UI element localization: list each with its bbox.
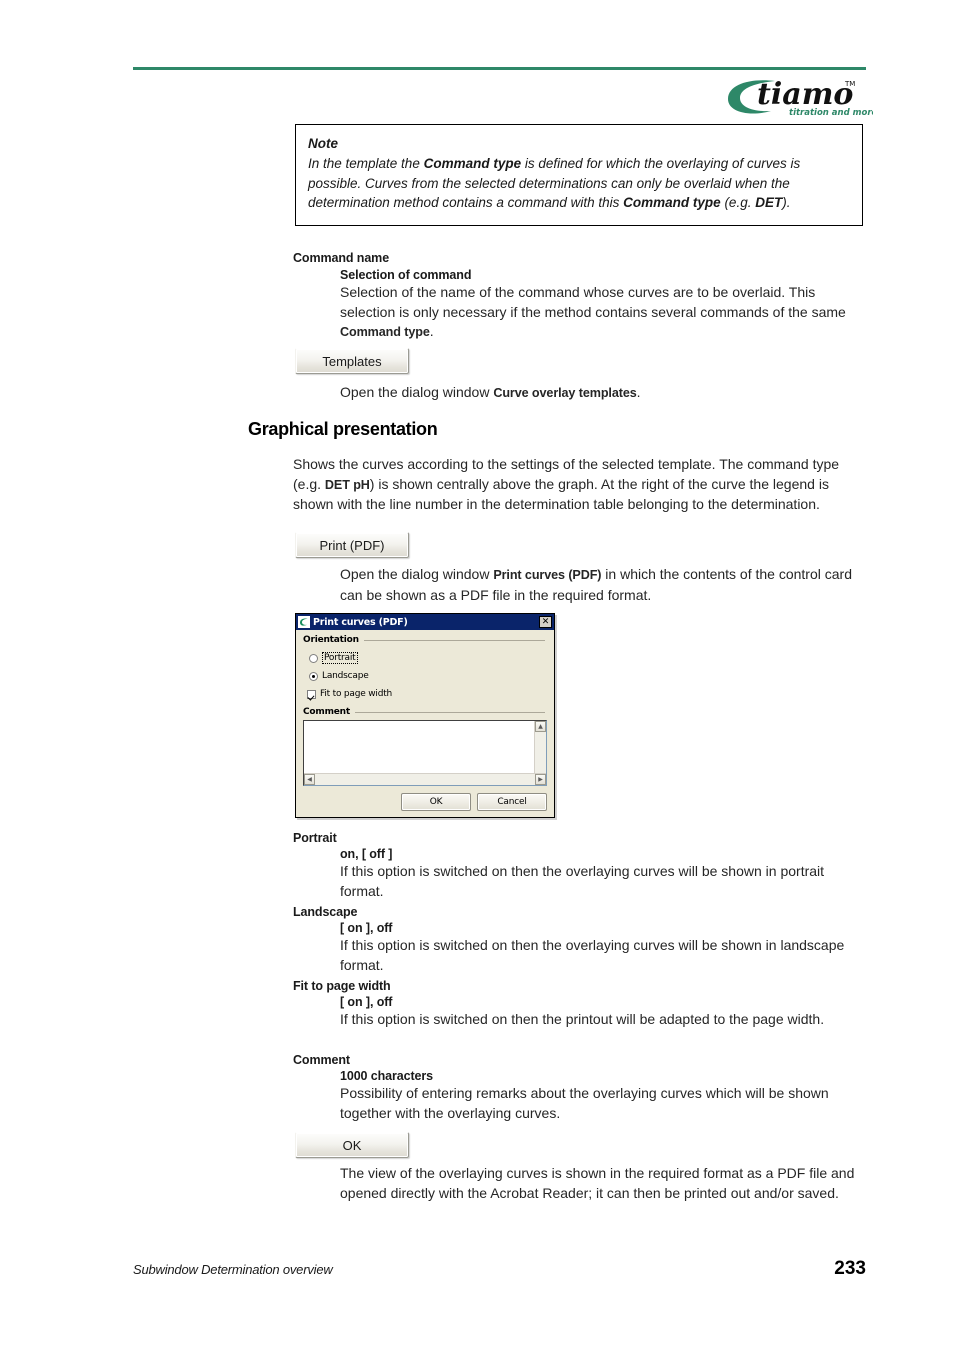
portrait-radio-icon[interactable] — [309, 653, 318, 663]
dialog-button-row: OK Cancel — [401, 793, 547, 811]
close-icon[interactable]: ✕ — [539, 616, 552, 628]
note-box: Note In the template the Command type is… — [295, 124, 863, 226]
tiamo-app-icon — [298, 616, 310, 628]
subterm-selection-of-command: Selection of command — [340, 268, 472, 282]
fit-to-page-width-label: Fit to page width — [320, 689, 393, 699]
footer-page-number: 233 — [834, 1258, 866, 1279]
orientation-group-text: Orientation — [303, 635, 359, 645]
fit-to-page-width-row[interactable]: Fit to page width — [307, 689, 547, 699]
print-curves-pdf-dialog: Print curves (PDF) ✕ Orientation Portrai… — [295, 613, 555, 818]
portrait-radio-row[interactable]: Portrait — [309, 652, 547, 664]
group-rule-2 — [354, 711, 545, 713]
note-text-c: (e.g. — [720, 195, 756, 210]
group-rule — [363, 639, 545, 641]
scroll-left-icon[interactable]: ◀ — [304, 774, 315, 785]
description-templates-button: Open the dialog window Curve overlay tem… — [340, 383, 864, 404]
desc-tpl-c: . — [636, 384, 641, 400]
orientation-group-label: Orientation — [303, 635, 547, 645]
dialog-ok-button[interactable]: OK — [401, 793, 471, 811]
svg-text:tiamo: tiamo — [757, 77, 853, 112]
term-fit-to-page-width: Fit to page width — [293, 979, 391, 993]
desc-tpl-a: Open the dialog window — [340, 384, 494, 400]
values-landscape: [ on ], off — [340, 921, 393, 935]
templates-button[interactable]: Templates — [295, 348, 409, 374]
description-landscape: If this option is switched on then the o… — [340, 937, 845, 973]
svg-text:titration and more: titration and more — [789, 108, 873, 118]
print-pdf-button[interactable]: Print (PDF) — [295, 532, 409, 558]
term-landscape: Landscape — [293, 905, 358, 919]
note-term-command-type-2: Command type — [623, 195, 721, 210]
description-command-name: Selection of the name of the command who… — [340, 283, 864, 343]
note-title: Note — [308, 136, 338, 151]
desc-pp-a: Open the dialog window — [340, 566, 494, 582]
dialog-body: Orientation Portrait Landscape Fit to pa… — [296, 630, 554, 817]
fit-to-page-width-checkbox-icon[interactable] — [307, 689, 316, 699]
section-heading-graphical-presentation: Graphical presentation — [248, 419, 438, 439]
landscape-label: Landscape — [322, 671, 369, 681]
desc-cn-term: Command type — [340, 325, 430, 339]
comment-group-label: Comment — [303, 707, 547, 717]
term-portrait: Portrait — [293, 831, 337, 845]
comment-group-text: Comment — [303, 707, 350, 717]
header-rule — [133, 67, 866, 70]
description-ok-button: The view of the overlaying curves is sho… — [340, 1165, 855, 1201]
desc-cn-c: . — [429, 323, 434, 339]
values-portrait: on, [ off ] — [340, 847, 393, 861]
description-graphical-presentation: Shows the curves according to the settin… — [293, 455, 864, 515]
description-print-pdf-button: Open the dialog window Print curves (PDF… — [340, 565, 864, 605]
dialog-title: Print curves (PDF) — [313, 616, 408, 628]
ok-button[interactable]: OK — [295, 1132, 409, 1158]
term-comment: Comment — [293, 1053, 350, 1067]
comment-horizontal-scrollbar[interactable]: ◀ ▶ — [304, 773, 546, 785]
desc-tpl-term: Curve overlay templates — [493, 386, 637, 400]
note-body: In the template the Command type is defi… — [308, 154, 850, 213]
svg-text:TM: TM — [844, 80, 855, 88]
desc-gp-term: DET pH — [324, 477, 370, 492]
note-text-d: ). — [782, 195, 791, 210]
values-comment: 1000 characters — [340, 1069, 434, 1083]
landscape-radio-row[interactable]: Landscape — [309, 671, 547, 681]
scroll-right-icon[interactable]: ▶ — [535, 774, 546, 785]
document-page: tiamo TM titration and more Note In the … — [0, 0, 954, 1351]
values-fit-to-page-width: [ on ], off — [340, 995, 393, 1009]
desc-cn-a: Selection of the name of the command who… — [340, 284, 846, 320]
desc-pp-term: Print curves (PDF) — [493, 568, 602, 582]
footer-section-title: Subwindow Determination overview — [133, 1262, 333, 1277]
tiamo-logo: tiamo TM titration and more — [723, 72, 873, 122]
comment-textarea[interactable]: ▲ ▼ ◀ ▶ — [303, 720, 547, 786]
description-comment: Possibility of entering remarks about th… — [340, 1085, 829, 1121]
description-fit-to-page-width: If this option is switched on then the p… — [340, 1011, 825, 1027]
scroll-up-icon[interactable]: ▲ — [535, 721, 546, 732]
term-command-name: Command name — [293, 251, 390, 265]
landscape-radio-icon[interactable] — [309, 671, 318, 681]
desc-gp-c: ) is shown centrally above the graph. At… — [293, 475, 829, 513]
note-term-command-type-1: Command type — [423, 156, 522, 171]
note-text-a: In the template the — [308, 156, 424, 171]
dialog-titlebar: Print curves (PDF) ✕ — [296, 614, 554, 630]
dialog-cancel-button[interactable]: Cancel — [477, 793, 547, 811]
portrait-label: Portrait — [322, 652, 358, 664]
description-portrait: If this option is switched on then the o… — [340, 863, 825, 899]
note-term-det: DET — [755, 195, 783, 210]
